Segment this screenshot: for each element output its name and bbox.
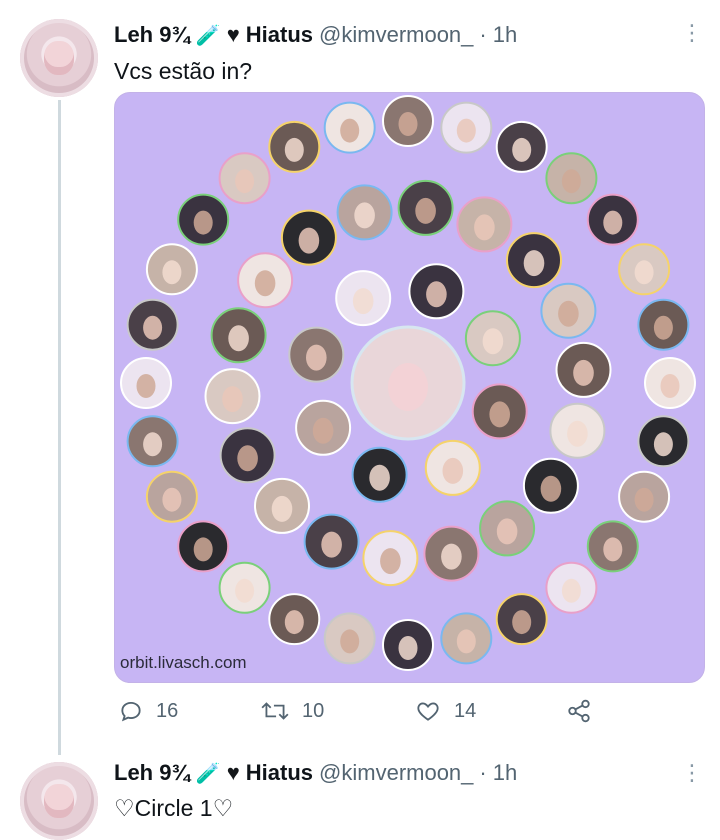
orbit-avatar-face bbox=[523, 250, 545, 277]
orbit-avatar-face bbox=[561, 578, 581, 603]
orbit-avatar-face bbox=[284, 610, 304, 635]
orbit-avatar-face bbox=[558, 300, 579, 327]
orbit-avatar-face bbox=[634, 260, 654, 285]
orbit-center-face bbox=[388, 363, 428, 411]
like-icon bbox=[417, 702, 439, 721]
orbit-avatar-face bbox=[512, 137, 532, 162]
reply-count: 16 bbox=[156, 699, 179, 722]
orbit-avatar-face bbox=[162, 260, 182, 285]
tweet-header: Leh 9¾ 🧪 ♥ Hiatus @kimvermoon_ · 1h bbox=[114, 20, 517, 50]
orbit-avatar-face bbox=[426, 281, 447, 308]
orbit-avatar-face bbox=[380, 548, 401, 575]
orbit-avatar-face bbox=[340, 629, 360, 654]
orbit-avatar-face bbox=[284, 137, 304, 162]
orbit-avatar-face bbox=[354, 202, 375, 229]
orbit-avatar-face bbox=[228, 325, 249, 352]
timestamp[interactable]: 1h bbox=[493, 760, 517, 786]
tweet-header: Leh 9¾ 🧪 ♥ Hiatus @kimvermoon_ · 1h bbox=[114, 758, 517, 788]
tweet-media-image[interactable]: orbit.livasch.com bbox=[114, 92, 705, 683]
retweet-button[interactable]: 10 bbox=[260, 695, 324, 727]
retweet-icon bbox=[261, 702, 289, 720]
display-name-tag[interactable]: Hiatus bbox=[246, 760, 313, 786]
reply-button[interactable]: 16 bbox=[118, 695, 178, 727]
orbit-avatar-face bbox=[540, 475, 562, 502]
orbit-avatar-face bbox=[660, 374, 680, 398]
avatar[interactable] bbox=[20, 762, 98, 840]
vial-icon: 🧪 bbox=[195, 762, 221, 785]
orbit-avatar-face bbox=[321, 531, 342, 558]
orbit-avatar-face bbox=[653, 432, 673, 457]
avatar[interactable] bbox=[20, 19, 98, 97]
orbit-avatar-face bbox=[162, 487, 182, 512]
orbit-avatar-face bbox=[237, 445, 258, 472]
orbit-avatar-face bbox=[415, 197, 436, 224]
tweet-actions: 16 10 14 bbox=[114, 695, 594, 727]
orbit-avatar-face bbox=[254, 270, 276, 297]
orbit-avatar-face bbox=[653, 315, 673, 340]
reply-icon bbox=[121, 701, 141, 722]
more-options-icon[interactable]: ⋮ bbox=[681, 20, 703, 46]
display-name-tag[interactable]: Hiatus bbox=[246, 22, 313, 48]
display-name[interactable]: Leh 9¾ bbox=[114, 760, 190, 786]
orbit-avatar-face bbox=[496, 518, 518, 545]
vial-icon: 🧪 bbox=[195, 24, 221, 47]
orbit-avatar-face bbox=[193, 537, 213, 562]
more-options-icon[interactable]: ⋮ bbox=[681, 760, 703, 786]
timestamp[interactable]: 1h bbox=[493, 22, 517, 48]
orbit-avatar-face bbox=[603, 210, 623, 235]
user-handle[interactable]: @kimvermoon_ bbox=[319, 760, 473, 786]
orbit-avatar-face bbox=[573, 359, 594, 386]
orbit-circles bbox=[120, 95, 696, 671]
watermark: orbit.livasch.com bbox=[120, 653, 247, 672]
like-count: 14 bbox=[454, 699, 477, 722]
separator-dot: · bbox=[479, 22, 487, 47]
orbit-avatar-face bbox=[456, 629, 476, 654]
orbit-avatar-face bbox=[369, 464, 390, 491]
thread-line bbox=[58, 100, 61, 755]
orbit-avatar-face bbox=[474, 214, 495, 241]
orbit-avatar-face bbox=[567, 420, 588, 447]
orbit-avatar-face bbox=[561, 169, 581, 194]
separator-dot: · bbox=[479, 760, 487, 785]
orbit-avatar-face bbox=[441, 543, 462, 570]
orbit-avatar-face bbox=[298, 227, 320, 254]
orbit-avatar-face bbox=[489, 401, 511, 428]
orbit-avatar-face bbox=[398, 636, 418, 660]
display-name[interactable]: Leh 9¾ bbox=[114, 22, 190, 48]
orbit-avatar-face bbox=[456, 118, 476, 143]
orbit-avatar-face bbox=[143, 315, 163, 340]
orbit-avatar-face bbox=[306, 344, 327, 371]
orbit-avatar-face bbox=[352, 288, 374, 315]
black-heart-icon: ♥ bbox=[226, 760, 240, 785]
orbit-avatar-face bbox=[603, 537, 623, 562]
tweet-text: Vcs estão in? bbox=[114, 58, 253, 84]
orbit-avatar-face bbox=[222, 386, 243, 413]
orbit-avatar-face bbox=[271, 495, 293, 522]
black-heart-icon: ♥ bbox=[226, 22, 240, 47]
share-icon bbox=[568, 699, 590, 723]
user-handle[interactable]: @kimvermoon_ bbox=[319, 22, 473, 48]
retweet-count: 10 bbox=[302, 699, 325, 722]
orbit-avatar-face bbox=[442, 457, 464, 484]
orbit-avatar-face bbox=[634, 487, 654, 512]
tweet-text: ♡Circle 1♡ bbox=[114, 795, 234, 821]
orbit-avatar-face bbox=[482, 328, 504, 355]
orbit-avatar-face bbox=[136, 374, 156, 398]
orbit-avatar-face bbox=[235, 578, 255, 603]
orbit-avatar-face bbox=[235, 169, 255, 194]
share-button[interactable] bbox=[566, 695, 592, 727]
orbit-avatar-face bbox=[398, 112, 418, 136]
like-button[interactable]: 14 bbox=[414, 695, 476, 727]
orbit-avatar-face bbox=[512, 610, 532, 635]
orbit-avatar-face bbox=[193, 210, 213, 235]
orbit-avatar-face bbox=[143, 432, 163, 457]
orbit-avatar-face bbox=[312, 417, 334, 444]
orbit-avatar-face bbox=[340, 118, 360, 143]
